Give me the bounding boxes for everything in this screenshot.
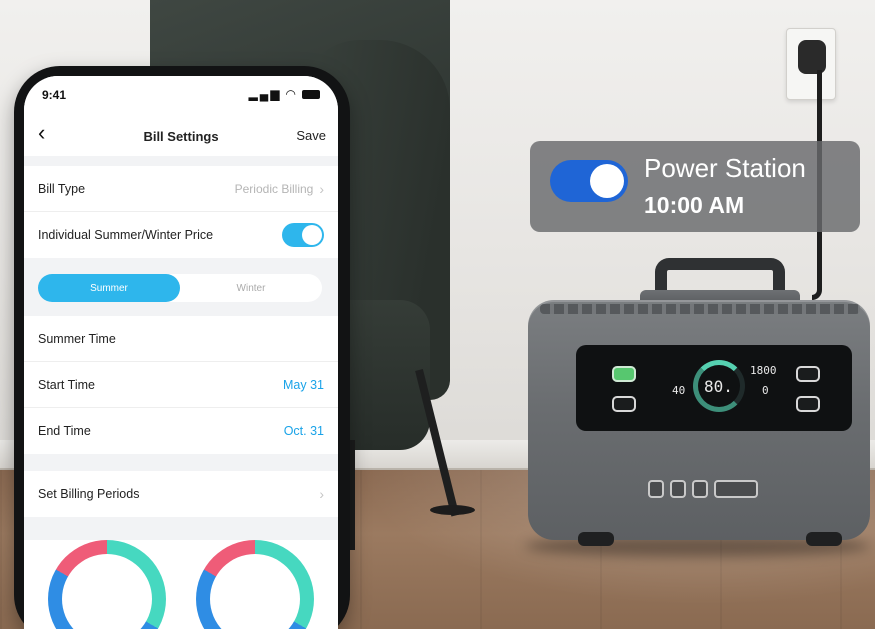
usb-c-port [692, 480, 708, 498]
battery-icon [302, 89, 320, 99]
signal-icon: ▂▄▆ [248, 87, 282, 101]
billing-periods-group: Set Billing Periods › [24, 471, 338, 517]
billing-periods-row[interactable]: Set Billing Periods › [24, 471, 338, 517]
bill-type-row[interactable]: Bill Type Periodic Billing › [24, 166, 338, 212]
phone-screen: 9:41 ▂▄▆ ◠ ‹ Bill Settings Save Bill Typ… [24, 76, 338, 629]
end-time-value: Oct. 31 [283, 424, 324, 438]
bill-type-label: Bill Type [38, 181, 86, 196]
season-tabs: Summer Winter [38, 274, 322, 302]
chevron-right-icon: › [319, 180, 324, 197]
power-station-button-left [612, 396, 636, 412]
output-watts-readout: 1800 [750, 364, 777, 377]
summer-time-group: Summer Time Start Time May 31 End Time O… [24, 316, 338, 454]
bill-settings-group: Bill Type Periodic Billing › Individual … [24, 166, 338, 258]
billing-dial-weekday[interactable] [48, 540, 166, 629]
armchair-foot [430, 505, 475, 515]
tab-winter[interactable]: Winter [180, 274, 322, 302]
schedule-time: 10:00 AM [644, 192, 745, 218]
usb-port [670, 480, 686, 498]
power-station-button-ac [796, 366, 820, 382]
summer-winter-label: Individual Summer/Winter Price [38, 228, 214, 242]
page-title: Bill Settings [143, 129, 219, 144]
output-small-readout: 0 [762, 384, 769, 397]
switch-knob [302, 225, 322, 245]
summer-time-header-row: Summer Time [24, 316, 338, 362]
status-time: 9:41 [42, 88, 67, 102]
nav-bar: ‹ Bill Settings Save [24, 116, 338, 156]
usb-port [648, 480, 664, 498]
summer-winter-switch[interactable] [282, 223, 324, 247]
start-time-label: Start Time [38, 377, 95, 392]
tab-summer[interactable]: Summer [38, 274, 180, 302]
ac-outlet-port [714, 480, 758, 498]
plug [798, 40, 826, 74]
start-time-value: May 31 [283, 377, 324, 392]
battery-percent-readout: 80. [704, 377, 733, 396]
wifi-icon: ◠ [285, 87, 298, 101]
power-station-toggle[interactable] [550, 160, 628, 202]
end-time-row[interactable]: End Time Oct. 31 [24, 408, 338, 454]
billing-periods-label: Set Billing Periods [38, 487, 140, 501]
status-bar: 9:41 ▂▄▆ ◠ [24, 76, 338, 116]
season-tabs-wrap: Summer Winter [24, 264, 338, 320]
chevron-right-icon: › [319, 486, 324, 502]
billing-dial-weekend[interactable] [196, 540, 314, 629]
summer-winter-row: Individual Summer/Winter Price [24, 212, 338, 258]
status-icons: ▂▄▆ ◠ [249, 87, 320, 101]
end-time-label: End Time [38, 424, 91, 438]
summer-time-header: Summer Time [38, 331, 116, 346]
input-watts-readout: 40 [672, 384, 686, 397]
power-station-wheel [806, 532, 842, 546]
power-station-wheel [578, 532, 614, 546]
power-station-schedule-card: Power Station 10:00 AM [530, 141, 860, 232]
power-station-ports [648, 478, 778, 500]
power-station-button-right [796, 396, 820, 412]
device-name: Power Station [644, 153, 806, 183]
power-station-button-dc [612, 366, 636, 382]
start-time-row[interactable]: Start Time May 31 [24, 362, 338, 408]
toggle-knob [590, 164, 624, 198]
bill-type-value: Periodic Billing [234, 181, 314, 196]
billing-period-dials [24, 540, 338, 629]
power-station-ridges [540, 304, 860, 314]
save-button[interactable]: Save [296, 128, 326, 143]
